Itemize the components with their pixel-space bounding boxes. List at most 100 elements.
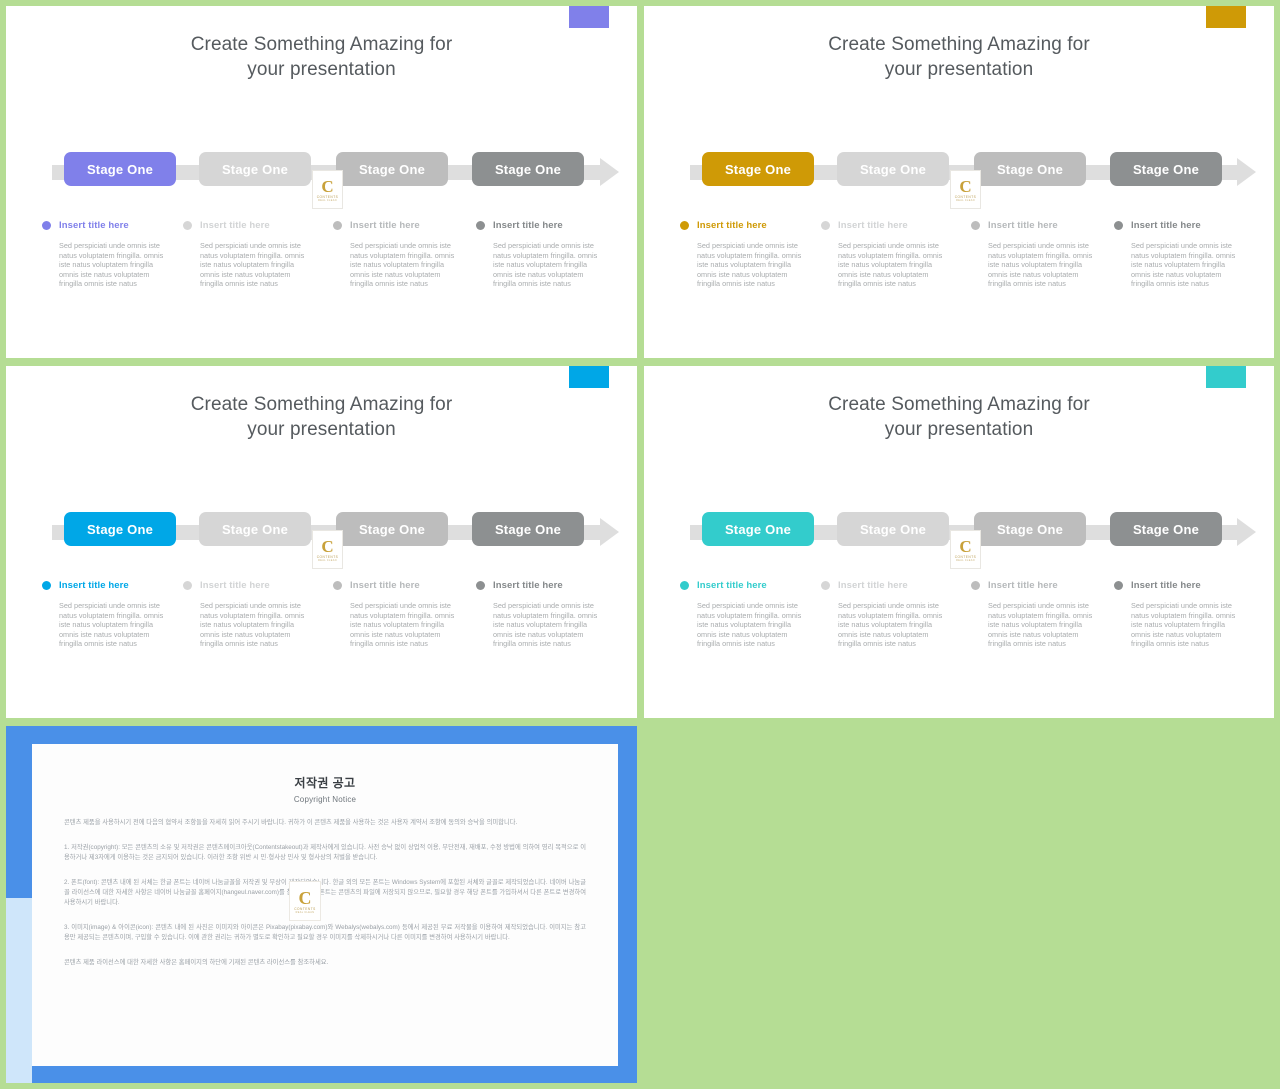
page-title-line1: Create Something Amazing for xyxy=(190,394,453,415)
caption-title-3: Insert title here xyxy=(988,219,1058,231)
logo-c-icon: C xyxy=(321,536,334,556)
stage-box-4[interactable]: Stage One xyxy=(472,512,584,546)
timeline-arrow-icon xyxy=(600,158,619,186)
caption-item-4: Insert title here Sed perspiciati unde o… xyxy=(1114,218,1254,289)
caption-item-4: Insert title here Sed perspiciati unde o… xyxy=(476,578,616,649)
watermark-logo: C CONTENTS REAL CLEAN xyxy=(950,530,981,569)
caption-title-4: Insert title here xyxy=(1131,579,1201,591)
stage-box-4[interactable]: Stage One xyxy=(472,152,584,186)
stage-box-2[interactable]: Stage One xyxy=(199,152,311,186)
copyright-section-3: 3. 이미지(image) & 아이콘(icon): 콘텐츠 내에 된 사진은 … xyxy=(64,924,586,941)
logo-subtext: REAL CLEAN xyxy=(295,910,315,914)
page-title-line1: Create Something Amazing for xyxy=(828,34,1090,55)
caption-header-2: Insert title here xyxy=(821,218,961,232)
stage-box-1[interactable]: Stage One xyxy=(64,512,176,546)
copyright-section-1: 1. 저작권(copyright): 모든 콘텐츠의 소유 및 저작권은 콘텐츠… xyxy=(64,844,586,861)
page-title-line2: your presentation xyxy=(884,419,1034,440)
stage-box-1[interactable]: Stage One xyxy=(64,152,176,186)
logo-subtext: REAL CLEAN xyxy=(318,198,337,202)
page-title-line2: your presentation xyxy=(884,59,1034,80)
copyright-footer: 콘텐츠 제품 라이선스에 대한 자세한 사항은 홈페이지의 하단에 기재된 콘텐… xyxy=(64,959,329,966)
slide-thumbnail-2[interactable]: Create Something Amazing for your presen… xyxy=(644,6,1274,358)
stage-box-3[interactable]: Stage One xyxy=(974,152,1086,186)
caption-header-1: Insert title here xyxy=(42,578,182,592)
caption-item-2: Insert title here Sed perspiciati unde o… xyxy=(821,218,961,289)
page-title: Create Something Amazing for your presen… xyxy=(644,32,1274,82)
slide-thumbnail-grid: Create Something Amazing for your presen… xyxy=(0,0,1280,1089)
slide-thumbnail-4[interactable]: Create Something Amazing for your presen… xyxy=(644,366,1274,718)
bullet-dot-icon xyxy=(680,580,689,590)
caption-title-2: Insert title here xyxy=(200,579,270,591)
caption-item-2: Insert title here Sed perspiciati unde o… xyxy=(183,578,323,649)
caption-item-3: Insert title here Sed perspiciati unde o… xyxy=(333,218,473,289)
bullet-dot-icon xyxy=(971,580,980,590)
stage-box-3[interactable]: Stage One xyxy=(336,152,448,186)
caption-body-1: Sed perspiciati unde omnis iste natus vo… xyxy=(697,241,802,289)
copyright-intro: 콘텐츠 제품을 사용하시기 전에 다음의 협약서 조항들을 자세히 읽어 주시기… xyxy=(64,819,518,826)
caption-header-4: Insert title here xyxy=(476,218,616,232)
caption-header-4: Insert title here xyxy=(1114,218,1254,232)
watermark-logo: C CONTENTS REAL CLEAN xyxy=(312,170,343,209)
bullet-dot-icon xyxy=(183,580,192,590)
caption-body-4: Sed perspiciati unde omnis iste natus vo… xyxy=(1131,241,1236,289)
bullet-dot-icon xyxy=(476,220,485,230)
stage-box-3[interactable]: Stage One xyxy=(336,512,448,546)
stage-box-4[interactable]: Stage One xyxy=(1110,512,1222,546)
caption-title-2: Insert title here xyxy=(200,219,270,231)
stage-box-2[interactable]: Stage One xyxy=(199,512,311,546)
caption-item-3: Insert title here Sed perspiciati unde o… xyxy=(333,578,473,649)
gold-accent-square xyxy=(1206,6,1246,28)
caption-header-2: Insert title here xyxy=(821,578,961,592)
stage-box-4[interactable]: Stage One xyxy=(1110,152,1222,186)
stage-box-2[interactable]: Stage One xyxy=(837,512,949,546)
caption-body-1: Sed perspiciati unde omnis iste natus vo… xyxy=(59,241,164,289)
stage-box-2[interactable]: Stage One xyxy=(837,152,949,186)
caption-item-2: Insert title here Sed perspiciati unde o… xyxy=(821,578,961,649)
bullet-dot-icon xyxy=(971,220,980,230)
bullet-dot-icon xyxy=(42,580,51,590)
stage-box-1[interactable]: Stage One xyxy=(702,512,814,546)
page-title: Create Something Amazing for your presen… xyxy=(644,392,1274,442)
bullet-dot-icon xyxy=(1114,220,1123,230)
logo-subtext: REAL CLEAN xyxy=(956,198,975,202)
caption-title-1: Insert title here xyxy=(59,219,129,231)
bullet-dot-icon xyxy=(333,580,342,590)
caption-body-2: Sed perspiciati unde omnis iste natus vo… xyxy=(200,601,305,649)
caption-item-3: Insert title here Sed perspiciati unde o… xyxy=(971,578,1111,649)
caption-item-4: Insert title here Sed perspiciati unde o… xyxy=(476,218,616,289)
caption-header-3: Insert title here xyxy=(971,218,1111,232)
caption-item-3: Insert title here Sed perspiciati unde o… xyxy=(971,218,1111,289)
timeline-arrow-icon xyxy=(1237,518,1256,546)
logo-subtext: REAL CLEAN xyxy=(318,558,337,562)
slide-thumbnail-1[interactable]: Create Something Amazing for your presen… xyxy=(6,6,637,358)
caption-body-3: Sed perspiciati unde omnis iste natus vo… xyxy=(988,601,1093,649)
caption-row: Insert title here Sed perspiciati unde o… xyxy=(6,578,637,678)
timeline: Stage One Stage One Stage One Stage One … xyxy=(644,152,1274,209)
caption-body-3: Sed perspiciati unde omnis iste natus vo… xyxy=(350,241,455,289)
slide-thumbnail-3[interactable]: Create Something Amazing for your presen… xyxy=(6,366,637,718)
bullet-dot-icon xyxy=(183,220,192,230)
caption-header-4: Insert title here xyxy=(1114,578,1254,592)
caption-header-1: Insert title here xyxy=(680,578,820,592)
caption-row: Insert title here Sed perspiciati unde o… xyxy=(644,578,1274,678)
logo-c-icon: C xyxy=(298,887,312,908)
caption-header-3: Insert title here xyxy=(333,218,473,232)
caption-body-4: Sed perspiciati unde omnis iste natus vo… xyxy=(493,241,598,289)
timeline: Stage One Stage One Stage One Stage One … xyxy=(6,152,637,209)
bullet-dot-icon xyxy=(1114,580,1123,590)
bullet-dot-icon xyxy=(42,220,51,230)
page-title-line1: Create Something Amazing for xyxy=(828,394,1090,415)
page-title-line2: your presentation xyxy=(247,419,396,440)
caption-item-1: Insert title here Sed perspiciati unde o… xyxy=(680,218,820,289)
caption-header-2: Insert title here xyxy=(183,578,323,592)
slide-thumbnail-copyright[interactable]: 저작권 공고 Copyright Notice 콘텐츠 제품을 사용하시기 전에… xyxy=(6,726,637,1083)
page-title: Create Something Amazing for your presen… xyxy=(6,32,637,82)
timeline-arrow-icon xyxy=(1237,158,1256,186)
stage-box-3[interactable]: Stage One xyxy=(974,512,1086,546)
watermark-logo: C CONTENTS REAL CLEAN xyxy=(312,530,343,569)
left-band-lower xyxy=(6,898,32,1083)
copyright-heading-ko: 저작권 공고 xyxy=(294,776,356,790)
bullet-dot-icon xyxy=(476,580,485,590)
stage-box-1[interactable]: Stage One xyxy=(702,152,814,186)
caption-header-4: Insert title here xyxy=(476,578,616,592)
